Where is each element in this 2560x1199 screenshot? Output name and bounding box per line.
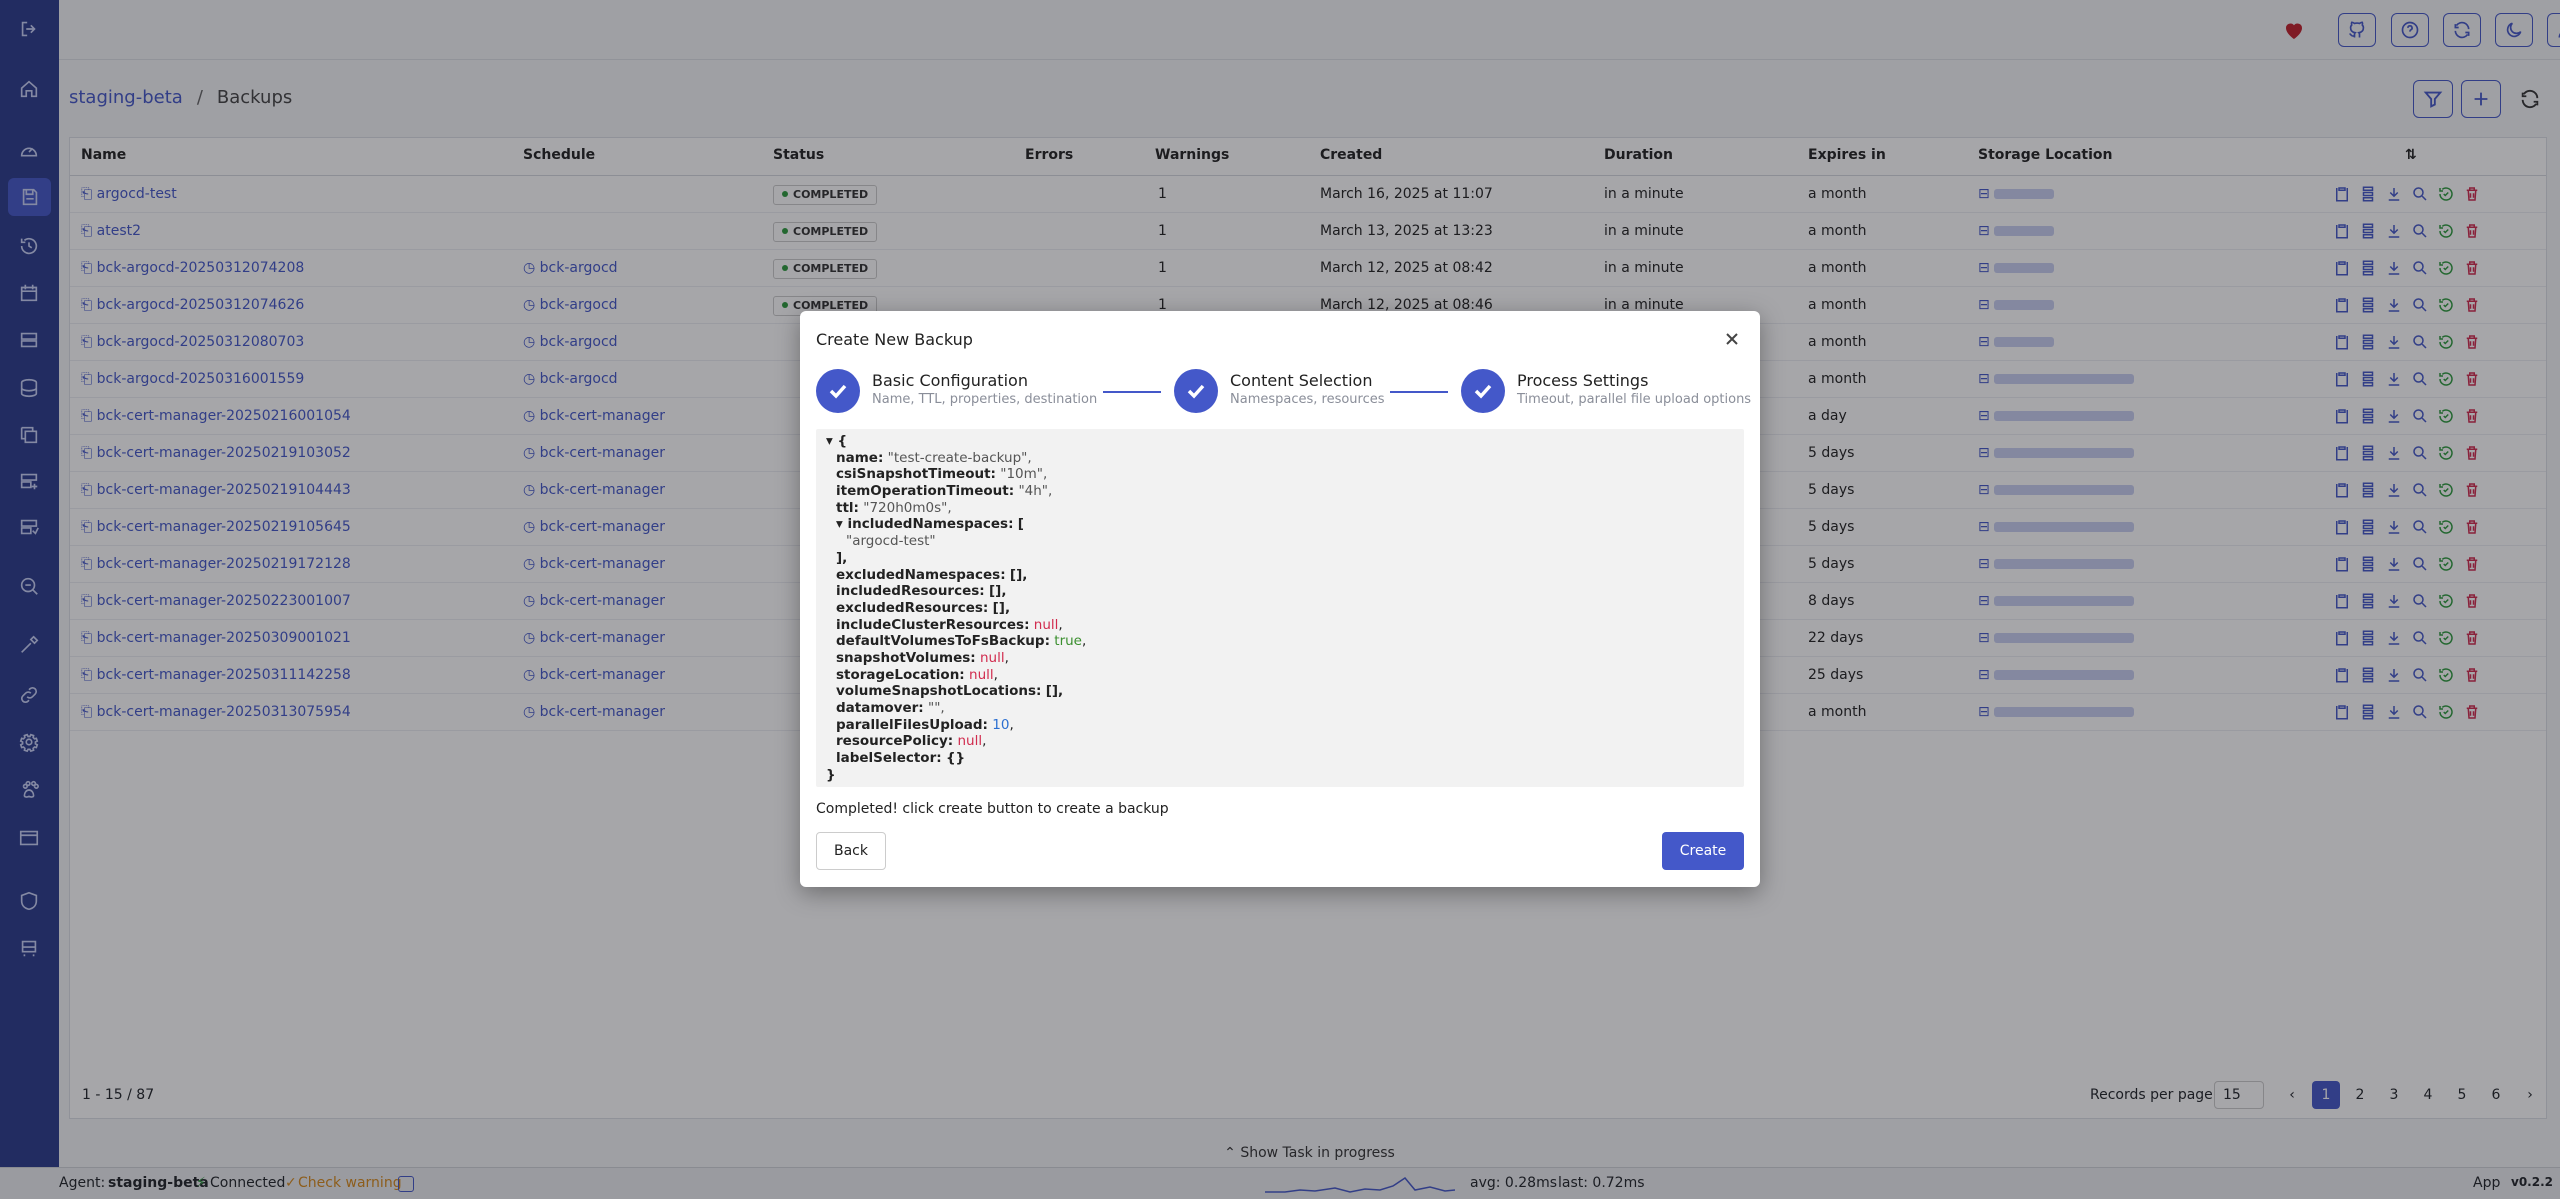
json-line[interactable]: ▾ includedNamespaces: [ <box>826 516 1744 533</box>
json-line: itemOperationTimeout: "4h", <box>836 483 1053 500</box>
json-line: name: "test-create-backup", <box>836 449 1032 466</box>
json-line: defaultVolumesToFsBackup: true, <box>836 633 1087 650</box>
close-icon[interactable] <box>1722 329 1742 349</box>
backup-json-preview: ▾ { name: "test-create-backup", csiSnaps… <box>816 429 1744 787</box>
step-process-settings[interactable]: Process Settings Timeout, parallel file … <box>1461 367 1751 415</box>
step-subtitle: Name, TTL, properties, destination <box>872 392 1098 407</box>
json-line: csiSnapshotTimeout: "10m", <box>836 466 1048 483</box>
json-line: volumeSnapshotLocations: [], <box>836 683 1064 700</box>
step-title: Process Settings <box>1517 371 1649 390</box>
json-line[interactable]: ▾ { <box>826 433 1744 450</box>
json-line: "argocd-test" <box>846 533 936 550</box>
json-line: labelSelector: {} <box>836 750 966 767</box>
create-backup-dialog: Create New Backup Basic Configuration Na… <box>800 311 1760 887</box>
json-line: includedResources: [], <box>836 583 1007 600</box>
json-line: ttl: "720h0m0s", <box>836 499 952 516</box>
json-line: datamover: "", <box>836 700 945 716</box>
dialog-title: Create New Backup <box>816 330 973 349</box>
step-subtitle: Timeout, parallel file upload options <box>1517 392 1752 407</box>
json-line: resourcePolicy: null, <box>836 733 987 750</box>
step-connector <box>1103 391 1161 393</box>
create-button[interactable]: Create <box>1662 832 1744 870</box>
json-line: includeClusterResources: null, <box>836 616 1063 633</box>
check-icon <box>1174 369 1218 413</box>
completion-message: Completed! click create button to create… <box>816 801 1169 817</box>
json-line: ], <box>836 549 848 566</box>
step-content-selection[interactable]: Content Selection Namespaces, resources <box>1174 367 1394 415</box>
back-button[interactable]: Back <box>816 832 886 870</box>
json-line: excludedNamespaces: [], <box>836 566 1028 583</box>
step-subtitle: Namespaces, resources <box>1230 392 1385 407</box>
json-line: } <box>826 766 836 783</box>
check-icon <box>816 369 860 413</box>
json-line: snapshotVolumes: null, <box>836 649 1009 666</box>
step-title: Content Selection <box>1230 371 1373 390</box>
step-basic-configuration[interactable]: Basic Configuration Name, TTL, propertie… <box>816 367 1098 415</box>
step-title: Basic Configuration <box>872 371 1028 390</box>
json-line: storageLocation: null, <box>836 666 998 683</box>
json-line: parallelFilesUpload: 10, <box>836 716 1014 733</box>
step-connector <box>1390 391 1448 393</box>
json-line: excludedResources: [], <box>836 599 1011 616</box>
check-icon <box>1461 369 1505 413</box>
